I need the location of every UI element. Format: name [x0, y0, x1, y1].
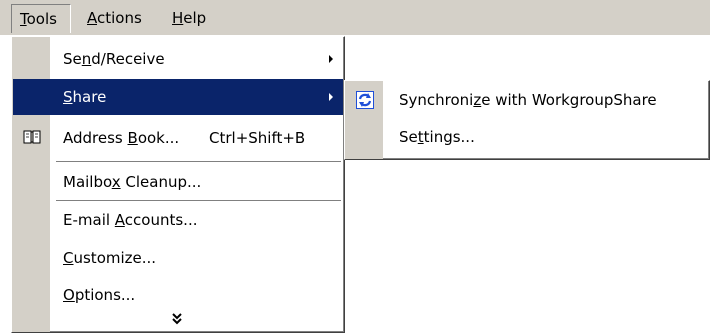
menu-item-label: E-mail Accounts...	[63, 211, 198, 229]
menu-tools-mnemonic: T	[20, 10, 27, 28]
menu-item-share[interactable]: Share	[13, 79, 343, 115]
menu-item-label: Send/Receive	[63, 50, 165, 68]
menu-item-customize[interactable]: Customize...	[13, 240, 343, 276]
tools-dropdown: Send/Receive Share Address Book... Ctrl+…	[11, 36, 345, 333]
menu-item-settings[interactable]: Settings...	[346, 119, 708, 156]
menu-item-label: Options...	[63, 286, 136, 304]
menu-item-label: Address Book...	[63, 129, 180, 147]
submenu-arrow-icon	[329, 55, 333, 63]
menu-tools-label: ools	[26, 10, 57, 28]
submenu-arrow-icon	[329, 93, 333, 101]
address-book-icon	[23, 130, 41, 144]
menu-item-label: Share	[63, 88, 107, 106]
menu-item-label: Synchronize with WorkgroupShare	[399, 91, 657, 109]
menu-help-label: elp	[183, 9, 207, 27]
double-chevron-down-icon[interactable]	[172, 313, 182, 325]
menu-tools[interactable]: Tools	[11, 4, 71, 33]
menu-bar: Tools Actions Help	[0, 0, 710, 36]
menu-item-address-book[interactable]: Address Book... Ctrl+Shift+B	[13, 120, 343, 156]
menu-item-shortcut: Ctrl+Shift+B	[209, 129, 306, 147]
menu-help-mnemonic: H	[172, 9, 184, 27]
menu-item-label: Mailbox Cleanup...	[63, 173, 202, 191]
menu-item-options[interactable]: Options...	[13, 277, 343, 313]
menu-actions-label: ctions	[97, 9, 142, 27]
sync-icon	[356, 91, 374, 109]
share-submenu: Synchronize with WorkgroupShare Settings…	[344, 80, 710, 160]
menu-actions-mnemonic: A	[87, 9, 97, 27]
menu-item-mailbox-cleanup[interactable]: Mailbox Cleanup...	[13, 164, 343, 200]
menu-separator	[56, 161, 341, 163]
menu-item-send-receive[interactable]: Send/Receive	[13, 41, 343, 77]
menu-item-email-accounts[interactable]: E-mail Accounts...	[13, 202, 343, 238]
menu-item-synchronize-workgroupshare[interactable]: Synchronize with WorkgroupShare	[346, 82, 708, 119]
menu-item-label: Settings...	[399, 128, 475, 146]
menu-actions[interactable]: Actions	[79, 4, 157, 33]
menu-help[interactable]: Help	[164, 4, 216, 33]
menu-item-label: Customize...	[63, 249, 157, 267]
